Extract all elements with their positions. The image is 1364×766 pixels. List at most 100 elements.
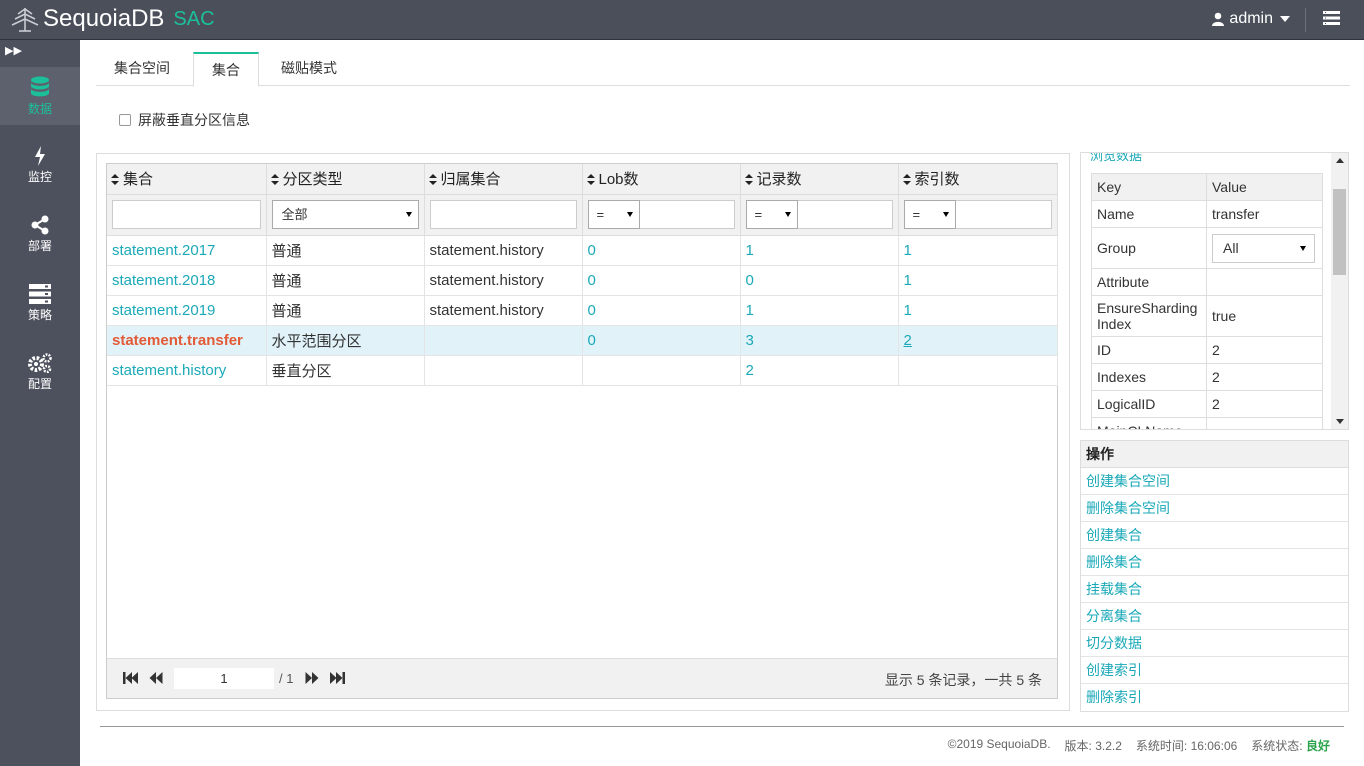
cell-main: statement.history <box>424 265 583 296</box>
status-value: 良好 <box>1305 739 1330 753</box>
username: admin <box>1229 10 1273 27</box>
cell-main <box>424 325 583 356</box>
cell-indexes[interactable] <box>898 355 1058 386</box>
collection-link[interactable]: statement.2018 <box>107 265 267 296</box>
type-filter-select[interactable]: 全部 <box>271 200 419 229</box>
op-create-collection-space[interactable]: 创建集合空间 <box>1081 468 1348 495</box>
detail-key: LogicalID <box>1091 390 1207 418</box>
col-header-lob[interactable]: Lob数 <box>582 164 741 195</box>
cell-indexes[interactable]: 1 <box>898 265 1058 296</box>
tab-collections[interactable]: 集合 <box>193 52 259 87</box>
system-time: 系统时间: 16:06:06 <box>1135 739 1238 753</box>
scroll-up-icon[interactable] <box>1336 158 1344 163</box>
checkbox[interactable] <box>119 114 131 126</box>
table-row[interactable]: statement.2017 普通 statement.history 0 1 … <box>107 235 1058 266</box>
menu-icon[interactable] <box>1323 11 1340 25</box>
op-drop-collection-space[interactable]: 删除集合空间 <box>1081 495 1348 522</box>
browse-data-link[interactable]: 浏览数据 <box>1090 153 1142 164</box>
op-create-collection[interactable]: 创建集合 <box>1081 522 1348 549</box>
prev-page-icon[interactable] <box>149 671 163 685</box>
indexes-op-select[interactable]: = <box>903 200 956 229</box>
hide-vertical-partition-checkbox[interactable]: 屏蔽垂直分区信息 <box>119 110 250 130</box>
collection-link[interactable]: statement.history <box>107 355 267 386</box>
detail-key: ID <box>1091 336 1207 364</box>
collection-link[interactable]: statement.2017 <box>107 235 267 266</box>
cell-records[interactable]: 3 <box>740 325 899 356</box>
cell-lob[interactable]: 0 <box>582 265 741 296</box>
indexes-filter-input[interactable] <box>955 200 1052 229</box>
sidebar-item-config[interactable]: 配置 <box>0 344 80 402</box>
sidebar-item-data[interactable]: 数据 <box>0 67 80 125</box>
value-header: Value <box>1206 173 1323 201</box>
records-filter-input[interactable] <box>797 200 893 229</box>
collection-link[interactable]: statement.transfer <box>107 325 267 356</box>
sidebar-item-monitor[interactable]: 监控 <box>0 137 80 195</box>
lob-op-select[interactable]: = <box>587 200 640 229</box>
cell-records[interactable]: 1 <box>740 295 899 326</box>
table-row[interactable]: statement.2018 普通 statement.history 0 0 … <box>107 265 1058 296</box>
footer: ©2019 SequoiaDB. 版本: 3.2.2 系统时间: 16:06:0… <box>948 737 1330 754</box>
table-row-selected[interactable]: statement.transfer 水平范围分区 0 3 2 <box>107 325 1058 356</box>
main-filter-input[interactable] <box>429 200 577 229</box>
col-header-indexes[interactable]: 索引数 <box>898 164 1058 195</box>
user-menu[interactable]: admin <box>1212 10 1290 28</box>
op-drop-collection[interactable]: 删除集合 <box>1081 549 1348 576</box>
cell-records[interactable]: 2 <box>740 355 899 386</box>
sidebar-item-policy[interactable]: 策略 <box>0 275 80 333</box>
sidebar-item-deploy[interactable]: 部署 <box>0 206 80 264</box>
expand-sidebar-icon[interactable]: ▶▶ <box>5 44 22 57</box>
op-drop-index[interactable]: 删除索引 <box>1081 684 1348 711</box>
tab-tile-mode[interactable]: 磁贴模式 <box>263 52 355 86</box>
collection-link[interactable]: statement.2019 <box>107 295 267 326</box>
scroll-down-icon[interactable] <box>1336 419 1344 424</box>
detail-value: 2 <box>1206 363 1323 391</box>
last-page-icon[interactable] <box>330 671 345 685</box>
cell-lob[interactable]: 0 <box>582 325 741 356</box>
chevron-down-icon <box>1300 245 1306 251</box>
sidebar: ▶▶ 数据 监控 部署 策略 配置 <box>0 40 80 766</box>
col-header-main[interactable]: 归属集合 <box>424 164 583 195</box>
cell-indexes[interactable]: 1 <box>898 295 1058 326</box>
scroll-thumb[interactable] <box>1333 189 1346 275</box>
bolt-icon <box>35 146 45 166</box>
detail-value <box>1206 417 1323 429</box>
group-select[interactable]: All <box>1212 233 1315 263</box>
cell-records[interactable]: 0 <box>740 265 899 296</box>
table-row[interactable]: statement.2019 普通 statement.history 0 1 … <box>107 295 1058 326</box>
record-count-info: 显示 5 条记录，一共 5 条 <box>884 672 1042 688</box>
cell-records[interactable]: 1 <box>740 235 899 266</box>
op-split-data[interactable]: 切分数据 <box>1081 630 1348 657</box>
op-create-index[interactable]: 创建索引 <box>1081 657 1348 684</box>
sort-icon <box>744 174 753 186</box>
next-page-icon[interactable] <box>305 671 319 685</box>
col-header-records[interactable]: 记录数 <box>740 164 899 195</box>
page-number-input[interactable]: 1 <box>174 668 274 689</box>
cell-lob[interactable] <box>582 355 741 386</box>
op-detach-collection[interactable]: 分离集合 <box>1081 603 1348 630</box>
detail-scrollbar[interactable] <box>1331 153 1348 429</box>
cell-lob[interactable]: 0 <box>582 235 741 266</box>
tab-collection-spaces[interactable]: 集合空间 <box>96 52 188 86</box>
cell-main <box>424 355 583 386</box>
detail-key: Group <box>1091 227 1207 269</box>
col-header-name[interactable]: 集合 <box>107 164 267 195</box>
logo[interactable]: SequoiaDB SAC <box>10 4 215 34</box>
op-attach-collection[interactable]: 挂载集合 <box>1081 576 1348 603</box>
records-op-select[interactable]: = <box>745 200 798 229</box>
chevron-down-icon <box>626 212 633 217</box>
lob-filter-input[interactable] <box>639 200 735 229</box>
cell-indexes[interactable]: 2 <box>898 325 1058 356</box>
brand-name: SequoiaDB <box>43 5 165 32</box>
detail-key: MainCLName <box>1091 417 1207 429</box>
col-header-type[interactable]: 分区类型 <box>266 164 425 195</box>
sidebar-item-label: 部署 <box>27 239 52 253</box>
first-page-icon[interactable] <box>123 671 138 685</box>
collections-grid: 集合 分区类型 归属集合 Lob数 记录数 索引数 全部 = = = state… <box>106 163 1058 699</box>
detail-value <box>1206 268 1323 296</box>
operations-title: 操作 <box>1081 441 1348 468</box>
name-filter-input[interactable] <box>112 200 261 229</box>
cell-indexes[interactable]: 1 <box>898 235 1058 266</box>
cell-lob[interactable]: 0 <box>582 295 741 326</box>
table-row[interactable]: statement.history 垂直分区 2 <box>107 355 1058 386</box>
detail-key: Attribute <box>1091 268 1207 296</box>
